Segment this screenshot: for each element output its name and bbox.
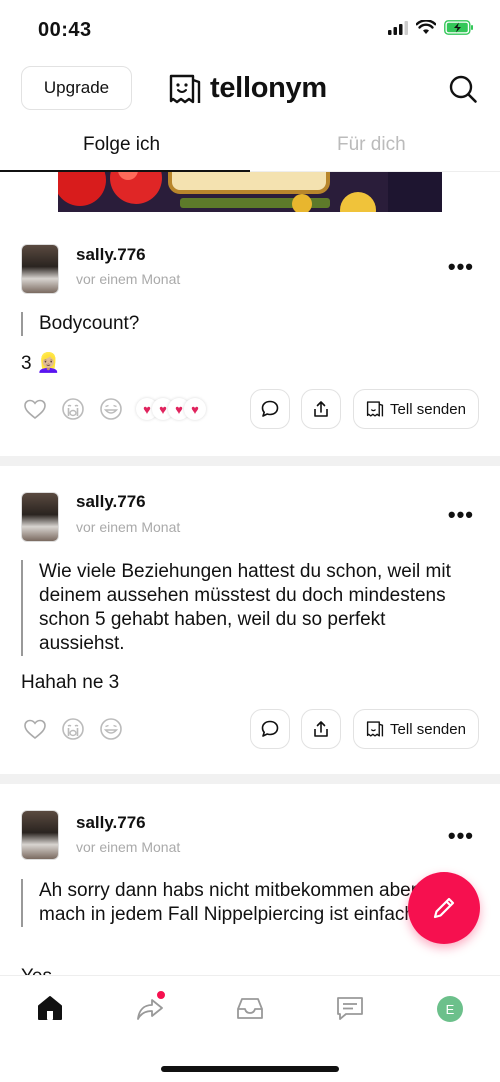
tab-following[interactable]: Folge ich [83, 134, 160, 156]
post-username[interactable]: sally.776 [76, 492, 146, 512]
bottom-tab-bar: E [0, 975, 500, 1082]
post-username[interactable]: sally.776 [76, 245, 146, 265]
post-question: Wie viele Beziehungen hattest du schon, … [21, 560, 461, 656]
comment-button[interactable] [250, 389, 290, 429]
signal-icon [388, 20, 408, 35]
tellonym-logo-icon [366, 401, 384, 417]
search-icon[interactable] [448, 74, 478, 104]
status-icons [388, 20, 474, 35]
avatar[interactable] [21, 810, 59, 860]
wifi-icon [416, 20, 436, 34]
send-tell-button[interactable]: Tell senden [353, 709, 479, 749]
post-timestamp: vor einem Monat [76, 839, 181, 855]
logo-text: tellonym [210, 72, 327, 104]
messages-icon[interactable] [335, 993, 365, 1023]
share-icon [314, 401, 328, 417]
post-question: Ah sorry dann habs nicht mitbekommen abe… [21, 879, 461, 927]
section-divider [0, 456, 500, 466]
section-divider [0, 774, 500, 784]
status-bar: 00:43 [0, 0, 500, 60]
ad-image [58, 172, 442, 212]
send-tell-label: Tell senden [390, 720, 466, 738]
heart-icon[interactable] [23, 397, 47, 421]
post-answer: Yes [21, 966, 52, 975]
tellonym-logo-icon [169, 74, 201, 103]
section-divider [0, 212, 500, 222]
post-username[interactable]: sally.776 [76, 813, 146, 833]
post-question: Bodycount? [21, 312, 461, 336]
comment-icon [261, 400, 279, 417]
battery-charging-icon [444, 20, 473, 35]
tellonym-logo-icon [366, 721, 384, 737]
status-time: 00:43 [38, 19, 92, 41]
share-button[interactable] [301, 709, 341, 749]
tab-for-you[interactable]: Für dich [337, 134, 406, 156]
post-timestamp: vor einem Monat [76, 271, 181, 287]
share-button[interactable] [301, 389, 341, 429]
post-actions: Tell senden [0, 709, 500, 749]
pencil-icon [433, 897, 455, 919]
more-options-button[interactable]: ••• [448, 823, 474, 849]
home-indicator [161, 1066, 339, 1072]
heart-icon[interactable] [23, 717, 47, 741]
send-tell-button[interactable]: Tell senden [353, 389, 479, 429]
app-header: Upgrade tellonym [0, 60, 500, 118]
post-actions: ♥ ♥ ♥ ♥ Tell senden [0, 389, 500, 429]
crying-face-icon[interactable] [61, 717, 85, 741]
feed-tabs: Folge ich Für dich [0, 118, 500, 172]
profile-avatar[interactable]: E [437, 996, 463, 1022]
send-tell-label: Tell senden [390, 400, 466, 418]
more-options-button[interactable]: ••• [448, 254, 474, 280]
notification-dot [155, 989, 167, 1001]
feed-post: sally.776 vor einem Monat ••• Bodycount?… [0, 222, 500, 456]
post-timestamp: vor einem Monat [76, 519, 181, 535]
share-icon [314, 721, 328, 737]
heart-reaction: ♥ [184, 398, 206, 420]
more-options-button[interactable]: ••• [448, 502, 474, 528]
laughing-face-icon[interactable] [99, 397, 123, 421]
home-icon[interactable] [35, 993, 65, 1023]
comment-button[interactable] [250, 709, 290, 749]
compose-button[interactable] [408, 872, 480, 944]
post-answer: Hahah ne 3 [21, 672, 120, 693]
laughing-face-icon[interactable] [99, 717, 123, 741]
avatar[interactable] [21, 244, 59, 294]
upgrade-button[interactable]: Upgrade [21, 66, 132, 110]
avatar[interactable] [21, 492, 59, 542]
ad-banner[interactable] [58, 172, 442, 212]
post-answer: 3 👱🏼‍♀️ [21, 353, 61, 374]
reactions-hearts[interactable]: ♥ ♥ ♥ ♥ [136, 396, 206, 422]
feed-post: sally.776 vor einem Monat ••• Wie viele … [0, 466, 500, 774]
crying-face-icon[interactable] [61, 397, 85, 421]
app-logo: tellonym [168, 72, 327, 105]
comment-icon [261, 720, 279, 737]
inbox-icon[interactable] [235, 993, 265, 1023]
